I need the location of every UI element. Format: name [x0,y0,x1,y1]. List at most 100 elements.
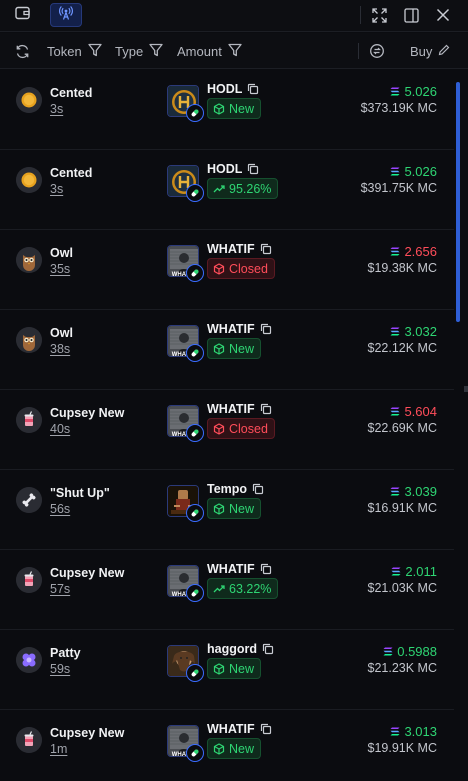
trade-age-link[interactable]: 3s [50,102,63,116]
trader-name[interactable]: Patty [50,646,81,660]
owl-avatar[interactable] [16,327,42,353]
trader-name[interactable]: Owl [50,246,73,260]
copy-icon[interactable] [260,563,272,575]
token-ticker[interactable]: WHATIF [207,242,272,256]
token-ticker[interactable]: WHATIF [207,722,272,736]
copy-icon[interactable] [247,83,259,95]
live-feed-button[interactable] [50,3,82,27]
market-cap: $19.91K MC [367,741,437,755]
token-ticker[interactable]: WHATIF [207,562,272,576]
flower-avatar[interactable] [16,647,42,673]
trade-row[interactable]: Owl 38s WHAT IF WHATIF New 3.032 $22.12K MC [0,310,454,390]
bone-avatar[interactable] [16,487,42,513]
trade-age-link[interactable]: 3s [50,182,63,196]
trade-amount: 5.026 [390,164,437,179]
solana-icon [383,647,393,656]
buy-button[interactable]: Buy [410,41,450,61]
wallet-button[interactable] [7,3,39,27]
type-filter-label: Type [115,43,144,59]
trade-age-link[interactable]: 56s [50,502,70,516]
wallet-icon [15,6,31,25]
token-ticker[interactable]: WHATIF [207,402,272,416]
market-cap: $391.75K MC [360,181,437,195]
trader-name[interactable]: Cupsey New [50,566,124,580]
cube-icon [213,502,225,515]
token-ticker[interactable]: WHATIF [207,322,272,336]
trade-age-link[interactable]: 59s [50,662,70,676]
filter-icon [149,43,163,60]
cup-avatar[interactable] [16,567,42,593]
type-filter[interactable]: Type [115,41,163,61]
top-toolbar [0,0,468,32]
close-icon[interactable] [433,5,453,25]
solana-icon [390,727,400,736]
copy-icon[interactable] [247,163,259,175]
amount-filter[interactable]: Amount [177,41,242,61]
resize-handle[interactable] [464,380,468,392]
cube-icon [213,662,225,675]
trade-age-link[interactable]: 38s [50,342,70,356]
trend-up-icon [213,183,225,195]
status-badge: New [207,98,262,119]
trader-name[interactable]: Cented [50,86,92,100]
pill-icon [186,584,204,602]
ticker-label: WHATIF [207,562,255,576]
copy-icon[interactable] [260,243,272,255]
trader-name[interactable]: Cupsey New [50,726,124,740]
status-badge-label: New [229,101,255,116]
copy-icon[interactable] [252,483,264,495]
trade-amount: 5.026 [390,84,437,99]
expand-icon[interactable] [369,5,389,25]
copy-icon[interactable] [260,323,272,335]
currency-swap-icon[interactable] [369,41,385,61]
sidebar-panel-icon[interactable] [401,5,421,25]
token-filter-label: Token [47,43,82,59]
market-cap: $16.91K MC [367,501,437,515]
trade-amount-value: 2.011 [405,564,437,579]
trade-age-link[interactable]: 1m [50,742,67,756]
trade-row[interactable]: Owl 35s WHAT IF WHATIF Closed 2.656 $19.38K MC [0,230,454,310]
coin-avatar[interactable] [16,167,42,193]
status-badge: New [207,338,262,359]
token-ticker[interactable]: haggord [207,642,274,656]
refresh-icon[interactable] [15,41,30,61]
trade-amount-value: 3.013 [404,724,437,739]
trade-row[interactable]: Patty 59s haggord New 0.5988 $21.23K MC [0,630,454,710]
trade-amount-value: 0.5988 [397,644,437,659]
ticker-label: WHATIF [207,722,255,736]
copy-icon[interactable] [260,403,272,415]
token-ticker[interactable]: HODL [207,82,259,96]
cube-icon [213,422,225,435]
trade-row[interactable]: Cented 3s HODL New 5.026 $373.19K MC [0,70,454,150]
cup-avatar[interactable] [16,407,42,433]
solana-icon [390,247,400,256]
copy-icon[interactable] [260,723,272,735]
token-ticker[interactable]: HODL [207,162,259,176]
cube-icon [213,742,225,755]
trader-name[interactable]: Cented [50,166,92,180]
trade-row[interactable]: "Shut Up" 56s Tempo New 3.039 $16.91K MC [0,470,454,550]
trade-row[interactable]: Cupsey New 40s WHAT IF WHATIF Closed 5.604 $22… [0,390,454,470]
trade-amount-value: 5.026 [404,164,437,179]
trade-row[interactable]: Cupsey New 57s WHAT IF WHATIF 63.22% 2.011 $21… [0,550,454,630]
trader-name[interactable]: "Shut Up" [50,486,110,500]
pill-icon [186,104,204,122]
scrollbar-thumb[interactable] [456,82,460,322]
token-filter[interactable]: Token [47,41,102,61]
trade-age-link[interactable]: 35s [50,262,70,276]
trader-name[interactable]: Cupsey New [50,406,124,420]
coin-avatar[interactable] [16,87,42,113]
owl-avatar[interactable] [16,247,42,273]
copy-icon[interactable] [262,643,274,655]
solana-icon [390,167,400,176]
trade-age-link[interactable]: 40s [50,422,70,436]
scrollbar[interactable] [455,70,461,781]
cup-avatar[interactable] [16,727,42,753]
status-badge-label: Closed [229,421,268,436]
trade-age-link[interactable]: 57s [50,582,70,596]
trade-row[interactable]: Cupsey New 1m WHAT IF WHATIF New 3.013 $19.91K… [0,710,454,781]
pencil-icon [438,44,450,59]
trader-name[interactable]: Owl [50,326,73,340]
token-ticker[interactable]: Tempo [207,482,264,496]
trade-row[interactable]: Cented 3s HODL 95.26% 5.026 $391.75K MC [0,150,454,230]
